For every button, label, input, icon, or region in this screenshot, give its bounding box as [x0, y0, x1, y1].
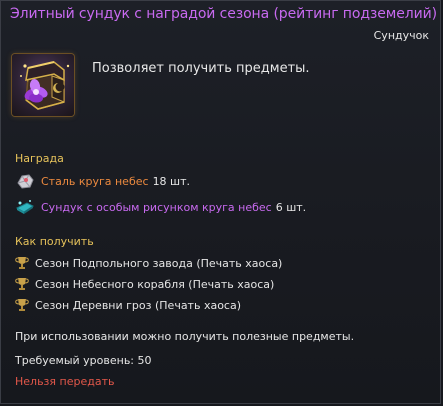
obtain-section-label: Как получить	[15, 235, 94, 248]
item-description: Позволяет получить предметы.	[92, 61, 310, 76]
trade-restriction: Нельзя передать	[15, 375, 115, 388]
item-title: Элитный сундук с наградой сезона (рейтин…	[10, 6, 437, 22]
trophy-icon	[15, 276, 29, 292]
trophy-icon	[15, 297, 29, 313]
reward-item-qty: 18 шт.	[152, 174, 191, 188]
obtain-source-row: Сезон Небесного корабля (Печать хаоса)	[15, 276, 274, 292]
obtain-source-row: Сезон Деревни гроз (Печать хаоса)	[15, 297, 241, 313]
steel-ore-icon	[15, 171, 35, 191]
trophy-icon	[15, 255, 29, 271]
reward-item-name: Сталь круга небес	[41, 174, 149, 188]
obtain-source-row: Сезон Подпольного завода (Печать хаоса)	[15, 255, 282, 271]
teal-chest-icon	[15, 197, 35, 217]
reward-section-label: Награда	[15, 152, 64, 165]
reward-item-row: Сталь круга небес 18 шт.	[15, 171, 190, 191]
usage-note: При использовании можно получить полезны…	[15, 330, 355, 343]
obtain-source-text: Сезон Подпольного завода (Печать хаоса)	[35, 256, 283, 270]
reward-item-name: Сундук с особым рисунком круга небес	[41, 200, 272, 214]
reward-item-row: Сундук с особым рисунком круга небес 6 ш…	[15, 197, 306, 217]
reward-item-qty: 6 шт.	[275, 200, 307, 214]
item-type: Сундучок	[373, 29, 429, 42]
obtain-source-text: Сезон Деревни гроз (Печать хаоса)	[35, 298, 242, 312]
item-tooltip: Элитный сундук с наградой сезона (рейтин…	[0, 0, 441, 404]
purple-treasure-chest-icon	[12, 54, 74, 116]
obtain-source-text: Сезон Небесного корабля (Печать хаоса)	[35, 277, 275, 291]
required-level: Требуемый уровень: 50	[15, 354, 152, 367]
